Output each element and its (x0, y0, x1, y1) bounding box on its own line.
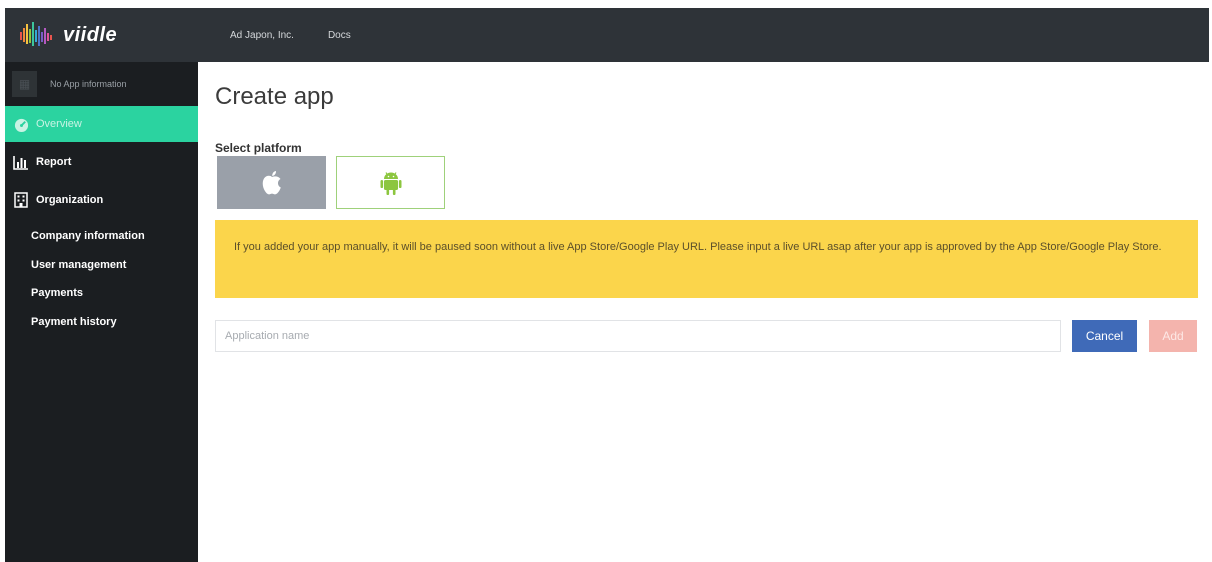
top-bar: viidle Ad Japon, Inc. Docs (5, 8, 1209, 62)
waveform-logo-icon (20, 22, 52, 46)
brand-logo[interactable]: viidle (19, 16, 117, 54)
grid-icon: ▦ (18, 77, 31, 91)
manual-app-warning: If you added your app manually, it will … (215, 220, 1198, 298)
sidebar-subitem-payments[interactable]: Payments (31, 287, 83, 299)
cancel-button[interactable]: Cancel (1072, 320, 1137, 352)
sidebar-subitem-payment-history[interactable]: Payment history (31, 316, 117, 328)
application-name-input[interactable] (215, 320, 1061, 352)
bar-chart-icon (13, 154, 29, 170)
sidebar-item-overview[interactable]: Overview (5, 106, 198, 142)
dashboard-icon (13, 116, 29, 132)
sidebar-item-report[interactable]: Report (5, 151, 198, 173)
docs-link[interactable]: Docs (328, 30, 351, 41)
main-content: Create app Select platform If you added … (198, 62, 1209, 562)
page-title: Create app (215, 83, 334, 110)
app-thumbnail: ▦ (12, 71, 37, 97)
sidebar: ▦ No App information Overview Report Org… (5, 62, 198, 562)
brand-name: viidle (63, 23, 118, 46)
sidebar-item-label: Overview (36, 118, 82, 130)
apple-icon (262, 170, 281, 194)
sidebar-subitem-company-information[interactable]: Company information (31, 230, 145, 242)
app-selector[interactable]: ▦ No App information (5, 62, 198, 106)
app-window: viidle Ad Japon, Inc. Docs ▦ No App info… (5, 8, 1209, 562)
company-link[interactable]: Ad Japon, Inc. (230, 30, 294, 41)
select-platform-label: Select platform (215, 141, 302, 155)
sidebar-item-organization[interactable]: Organization (5, 189, 198, 211)
sidebar-item-label: Report (36, 156, 72, 168)
top-nav: Ad Japon, Inc. Docs (230, 8, 385, 62)
sidebar-item-label: Organization (36, 194, 104, 206)
sidebar-subitem-user-management[interactable]: User management (31, 259, 126, 271)
platform-android-button[interactable] (336, 156, 445, 209)
add-button[interactable]: Add (1149, 320, 1197, 352)
platform-ios-button[interactable] (217, 156, 326, 209)
building-icon (13, 192, 29, 208)
app-info-label: No App information (50, 79, 127, 89)
android-icon (380, 171, 401, 195)
